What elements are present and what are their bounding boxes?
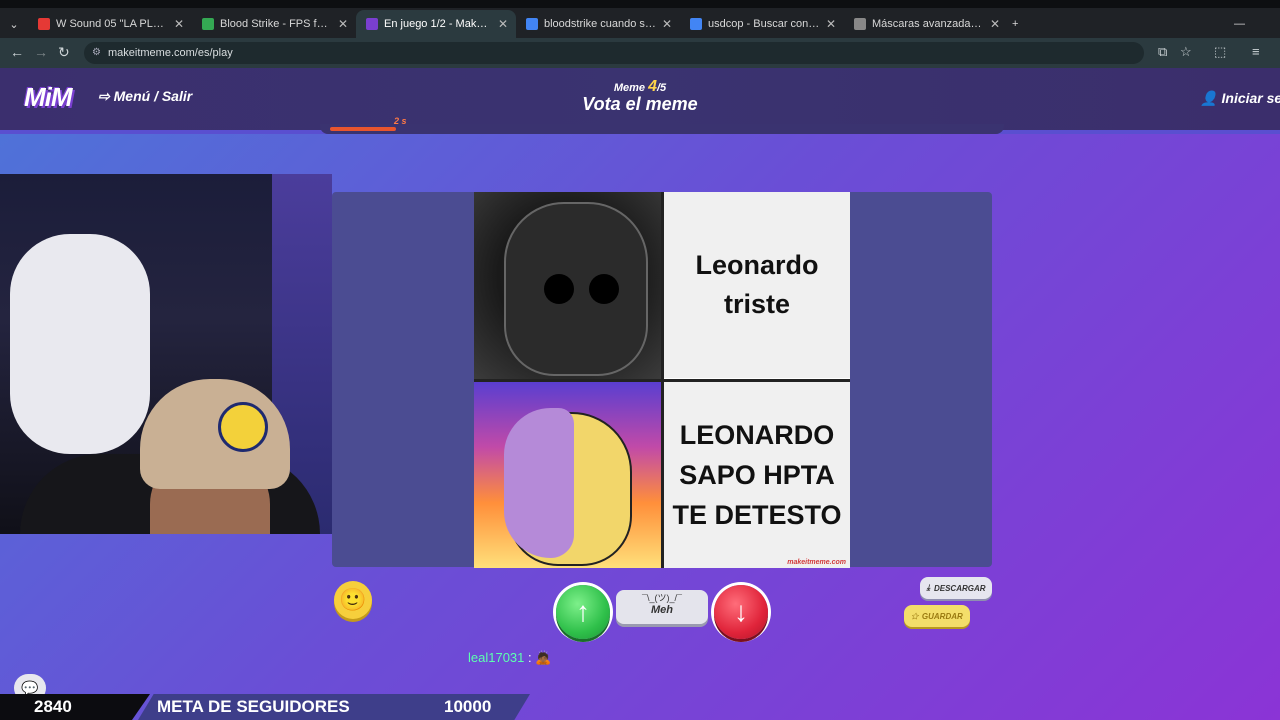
download-icon: ⤓ <box>926 583 930 592</box>
smiley-icon: 🙂 <box>339 587 367 612</box>
back-arrow-icon[interactable]: ← <box>10 44 24 60</box>
new-tab-button[interactable]: + <box>1012 10 1032 38</box>
meme-image: Leonardo triste LEONARDO SAPO HPTA TE DE… <box>474 192 850 568</box>
tab-title: W Sound 05 "LA PLENA" - Beéle <box>56 18 168 30</box>
tab-title: usdcop - Buscar con Google <box>708 18 820 30</box>
chat-message: leal17031 : 🙇🏾 <box>468 650 551 666</box>
reading-list-icon[interactable]: ≡ <box>1252 44 1260 59</box>
bookmark-star-icon[interactable]: ☆ <box>1180 44 1192 60</box>
meme-counter-label: Meme <box>613 82 646 94</box>
download-label: DESCARGAR <box>933 583 986 593</box>
site-info-icon[interactable]: ⚙ <box>92 47 101 58</box>
meh-button[interactable]: ¯\_(ツ)_/¯ Meh <box>616 590 708 624</box>
chevron-down-icon: ⌄ <box>9 18 19 31</box>
download-button[interactable]: ⤓ DESCARGAR <box>920 577 992 599</box>
install-app-icon[interactable]: ⧉ <box>1158 44 1167 60</box>
meme-counter-total: /5 <box>656 82 667 94</box>
tab-favicon-icon <box>202 18 214 30</box>
meme-bottom-text: LEONARDO SAPO HPTA TE DETESTO <box>664 382 850 568</box>
chat-emote: 🙇🏾 <box>535 650 552 665</box>
goal-title: META DE SEGUIDORES <box>157 697 350 716</box>
upvote-button[interactable]: ↑ <box>556 585 610 639</box>
browser-tab-bar: ⌄ W Sound 05 "LA PLENA" - Beéle✕Blood St… <box>0 0 1280 42</box>
browser-tab[interactable]: Blood Strike - FPS for all - Apps ✕ <box>192 10 356 38</box>
close-icon[interactable]: ✕ <box>338 17 348 31</box>
plus-icon: + <box>1012 18 1019 30</box>
browser-tab[interactable]: Máscaras avanzadas | Foros de ✕ <box>844 10 1008 38</box>
url-field[interactable]: ⚙ makeitmeme.com/es/play <box>84 42 1144 64</box>
tab-list-button[interactable]: ⌄ <box>2 10 26 38</box>
tab-title: Blood Strike - FPS for all - Apps <box>220 18 332 30</box>
reload-icon[interactable]: ↻ <box>58 44 70 61</box>
login-link[interactable]: 👤 Iniciar ses <box>1200 90 1280 107</box>
tab-favicon-icon <box>366 18 378 30</box>
shrug-emoticon: ¯\_(ツ)_/¯ <box>642 593 682 603</box>
goal-target: 10000 <box>444 697 492 716</box>
minimize-button[interactable]: — <box>1234 10 1254 38</box>
vote-timer-fill <box>330 127 396 131</box>
page-title: Vota el meme <box>582 94 698 114</box>
close-icon[interactable]: ✕ <box>174 17 184 31</box>
save-button[interactable]: ✩ GUARDAR <box>904 605 970 627</box>
tab-title: En juego 1/2 - Make it Meme <box>384 18 492 30</box>
emoji-reaction-button[interactable]: 🙂 <box>334 581 372 619</box>
close-icon[interactable]: ✕ <box>662 17 672 31</box>
chat-separator: : <box>524 650 532 665</box>
user-icon: 👤 <box>1200 90 1218 106</box>
cap-logo <box>218 402 268 452</box>
downvote-button[interactable]: ↓ <box>714 585 768 639</box>
meh-label: Meh <box>651 604 673 616</box>
browser-tab[interactable]: bloodstrike cuando salio - Buscar ✕ <box>516 10 680 38</box>
tab-favicon-icon <box>526 18 538 30</box>
arrow-up-icon: ↑ <box>576 596 590 627</box>
streamer-webcam <box>0 174 332 534</box>
window-top-edge <box>0 0 1280 8</box>
tab-favicon-icon <box>38 18 50 30</box>
save-label: GUARDAR <box>921 611 963 621</box>
follower-count: 2840 <box>34 697 72 716</box>
chat-username: leal17031 <box>468 650 525 665</box>
tab-title: Máscaras avanzadas | Foros de <box>872 18 984 30</box>
login-label: Iniciar ses <box>1221 90 1280 106</box>
follower-goal-bar: 2840 META DE SEGUIDORES 10000 <box>0 694 530 720</box>
meme-panel-sad-wojak <box>474 192 662 380</box>
arrow-down-icon: ↓ <box>734 596 748 627</box>
star-icon: ✩ <box>911 611 918 621</box>
minimize-icon: — <box>1234 18 1245 30</box>
forward-arrow-icon[interactable]: → <box>34 44 48 60</box>
browser-tab[interactable]: usdcop - Buscar con Google ✕ <box>680 10 844 38</box>
browser-tab[interactable]: En juego 1/2 - Make it Meme ✕ <box>356 10 516 38</box>
vote-timer: 2 s <box>320 116 1004 134</box>
tab-favicon-icon <box>690 18 702 30</box>
meme-watermark: makeitmeme.com <box>787 559 846 566</box>
tab-favicon-icon <box>854 18 866 30</box>
close-icon[interactable]: ✕ <box>826 17 836 31</box>
meme-panel-smug-wojak <box>474 382 662 568</box>
browser-tab[interactable]: W Sound 05 "LA PLENA" - Beéle ✕ <box>28 10 192 38</box>
site-header: MiM ⇨ Menú / Salir Meme 4/5 Vota el meme… <box>0 68 1280 130</box>
close-icon[interactable]: ✕ <box>498 17 508 31</box>
vote-timer-label: 2 s <box>394 116 407 126</box>
tab-title: bloodstrike cuando salio - Buscar <box>544 18 656 30</box>
meme-top-text: Leonardo triste <box>664 192 850 378</box>
extensions-icon[interactable]: ⬚ <box>1214 44 1226 60</box>
url-text: makeitmeme.com/es/play <box>108 47 233 59</box>
close-icon[interactable]: ✕ <box>990 17 1000 31</box>
address-bar-row: ← → ↻ ⚙ makeitmeme.com/es/play ⧉ ☆ ⬚ ≡ <box>0 38 1280 68</box>
meme-counter-current: 4 <box>648 78 657 95</box>
